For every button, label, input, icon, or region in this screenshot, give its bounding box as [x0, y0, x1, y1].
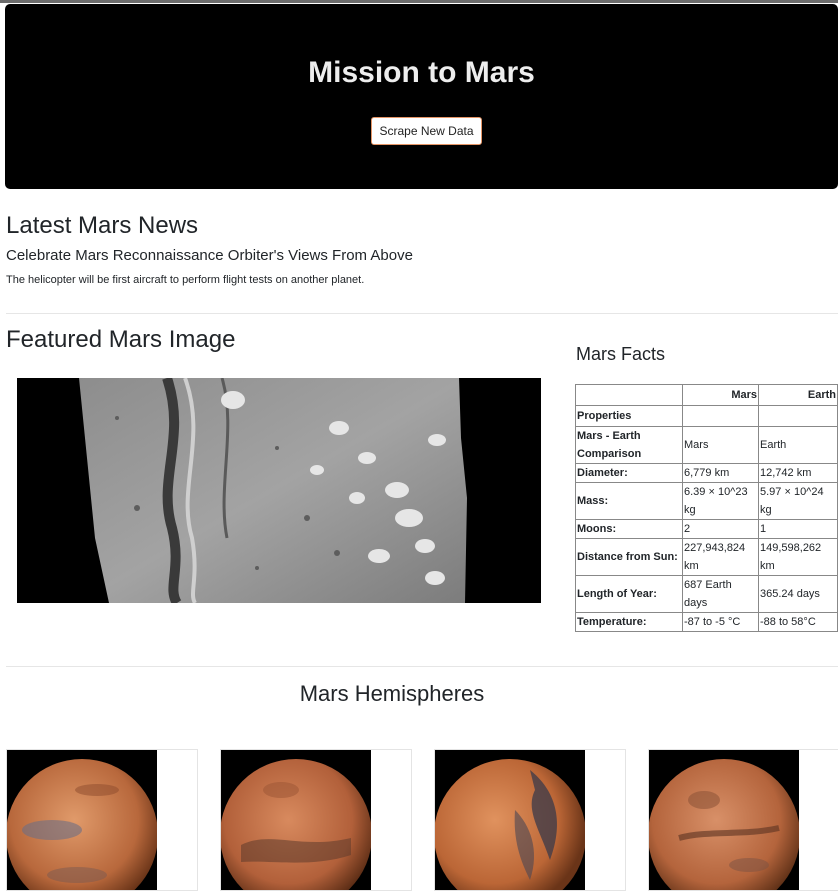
scrape-new-data-button[interactable]: Scrape New Data [371, 117, 482, 145]
earth-value: Earth [758, 426, 838, 464]
news-teaser: The helicopter will be first aircraft to… [6, 274, 365, 286]
mars-surface-image [79, 378, 467, 603]
jumbotron-header: Mission to Mars Scrape New Data [5, 4, 838, 189]
syrtis-major-hemisphere-image[interactable] [435, 750, 585, 890]
mars-value: -87 to -5 °C [682, 612, 759, 632]
row-label: Temperature: [575, 612, 683, 632]
row-label: Distance from Sun: [575, 538, 683, 576]
row-label: Mass: [575, 482, 683, 520]
mars-value: 227,943,824 km [682, 538, 759, 576]
row-label: Diameter: [575, 463, 683, 483]
mars-value: 687 Earth days [682, 575, 759, 613]
hemisphere-card-syrtis-major[interactable] [434, 749, 626, 891]
table-row: Moons: 2 1 [575, 519, 838, 539]
earth-value: 149,598,262 km [758, 538, 838, 576]
table-index-row: Properties [575, 405, 838, 427]
mars-facts-table: Mars Earth Properties Mars - Earth Compa… [575, 384, 838, 632]
mars-value: Mars [682, 426, 759, 464]
earth-value: 365.24 days [758, 575, 838, 613]
row-label: Moons: [575, 519, 683, 539]
mars-value: 2 [682, 519, 759, 539]
top-border [0, 0, 838, 3]
section-divider [6, 313, 838, 314]
column-header-mars: Mars [682, 384, 759, 406]
page-title: Mission to Mars [308, 56, 535, 89]
table-row: Diameter: 6,779 km 12,742 km [575, 463, 838, 483]
featured-image-title: Featured Mars Image [6, 326, 236, 353]
mars-value: 6,779 km [682, 463, 759, 483]
hemisphere-card-cerberus[interactable] [6, 749, 198, 891]
row-label: Length of Year: [575, 575, 683, 613]
table-row: Temperature: -87 to -5 °C -88 to 58°C [575, 612, 838, 632]
table-row: Mars - Earth Comparison Mars Earth [575, 426, 838, 464]
earth-value: 1 [758, 519, 838, 539]
cerberus-hemisphere-image[interactable] [7, 750, 157, 890]
earth-value: 12,742 km [758, 463, 838, 483]
hemisphere-card-valles-marineris[interactable] [648, 749, 838, 891]
hemispheres-title: Mars Hemispheres [299, 681, 485, 706]
mars-facts-title: Mars Facts [576, 344, 666, 364]
table-row: Distance from Sun: 227,943,824 km 149,59… [575, 538, 838, 576]
index-label: Properties [575, 405, 683, 427]
schiaparelli-hemisphere-image[interactable] [221, 750, 371, 890]
section-divider [6, 666, 838, 667]
column-header-earth: Earth [758, 384, 838, 406]
table-header-row: Mars Earth [575, 384, 838, 406]
earth-value: 5.97 × 10^24 kg [758, 482, 838, 520]
table-row: Mass: 6.39 × 10^23 kg 5.97 × 10^24 kg [575, 482, 838, 520]
hemisphere-card-schiaparelli[interactable] [220, 749, 412, 891]
column-header [575, 384, 683, 406]
news-section-title: Latest Mars News [6, 212, 199, 239]
index-cell [682, 405, 759, 427]
featured-mars-image [17, 378, 541, 603]
mars-value: 6.39 × 10^23 kg [682, 482, 759, 520]
valles-marineris-hemisphere-image[interactable] [649, 750, 799, 890]
table-row: Length of Year: 687 Earth days 365.24 da… [575, 575, 838, 613]
news-headline: Celebrate Mars Reconnaissance Orbiter's … [6, 247, 413, 264]
row-label: Mars - Earth Comparison [575, 426, 683, 464]
index-cell [758, 405, 838, 427]
earth-value: -88 to 58°C [758, 612, 838, 632]
